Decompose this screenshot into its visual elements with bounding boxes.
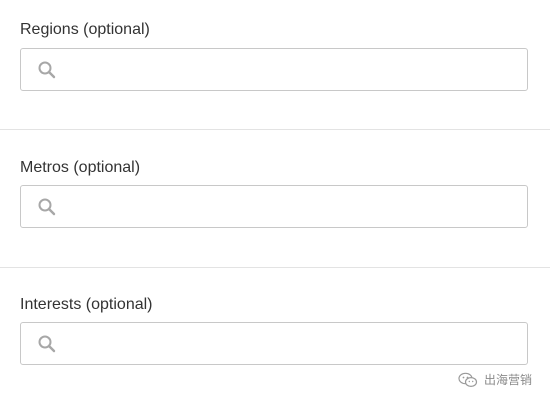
interests-input[interactable] xyxy=(67,323,517,364)
metros-label: Metros (optional) xyxy=(20,159,141,176)
search-icon xyxy=(38,198,56,216)
search-icon xyxy=(38,335,56,353)
regions-search-field[interactable] xyxy=(20,48,528,91)
regions-label: Regions (optional) xyxy=(20,21,150,38)
section-divider xyxy=(0,267,550,268)
wechat-icon xyxy=(458,372,478,387)
metros-input[interactable] xyxy=(67,186,517,227)
targeting-form: Regions (optional) Metros (optional) Int… xyxy=(0,0,550,404)
watermark: 出海营销 xyxy=(458,371,532,388)
search-icon xyxy=(38,61,56,79)
regions-input[interactable] xyxy=(67,49,517,90)
metros-search-field[interactable] xyxy=(20,185,528,228)
watermark-text: 出海营销 xyxy=(483,373,532,387)
interests-search-field[interactable] xyxy=(20,322,528,365)
interests-label: Interests (optional) xyxy=(20,296,153,313)
section-divider xyxy=(0,129,550,130)
